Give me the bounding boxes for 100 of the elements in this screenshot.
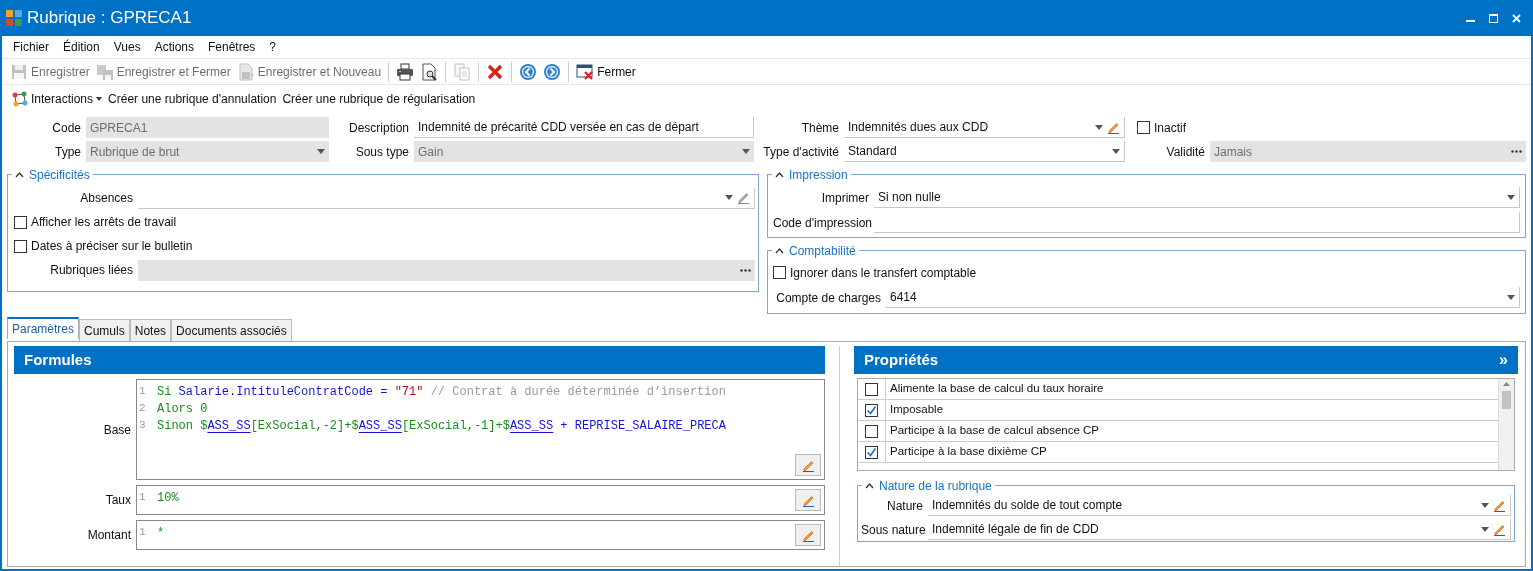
action-link[interactable]: Créer une rubrique de régularisation	[282, 90, 476, 108]
menu-item[interactable]: Vues	[113, 38, 141, 56]
app-logo-icon	[6, 10, 22, 26]
field-label: Code d'impression	[773, 214, 869, 232]
dropdown-arrow-icon[interactable]	[725, 195, 733, 200]
group-title: Nature de la rubrique	[879, 478, 992, 495]
tab[interactable]: Documents associés	[171, 319, 292, 341]
close-icon[interactable]	[1512, 13, 1521, 23]
checkbox[interactable]	[14, 239, 27, 253]
formula-label: Taux	[104, 492, 132, 509]
formula-label: Montant	[86, 527, 132, 544]
pencil-icon[interactable]	[801, 528, 815, 542]
menu-item[interactable]: Édition	[63, 38, 100, 56]
pencil-icon[interactable]	[1107, 120, 1120, 134]
collapse-chevron-icon[interactable]	[775, 248, 784, 254]
forward-button[interactable]	[542, 62, 563, 81]
menu-item[interactable]: Fenêtres	[208, 38, 256, 56]
dropdown-field[interactable]: Indemnités dues aux CDD	[844, 117, 1125, 138]
edit-formula-button[interactable]	[795, 524, 821, 546]
property-label: Alimente la base de calcul du taux horaire	[889, 381, 1105, 397]
field-label: Thème	[800, 119, 839, 137]
tab[interactable]: Notes	[129, 319, 172, 341]
dropdown-arrow-icon[interactable]	[1481, 526, 1489, 532]
panel-header: Formules	[14, 346, 825, 374]
dropdown-arrow-icon[interactable]	[1507, 194, 1515, 200]
checkbox[interactable]	[865, 382, 878, 396]
pencil-icon[interactable]	[1493, 498, 1506, 512]
code-line: *	[157, 524, 165, 542]
scrollbar[interactable]	[1498, 379, 1514, 470]
toolbar-button[interactable]: Fermer	[575, 62, 637, 81]
dropdown-field[interactable]: Indemnité légale de fin de CDD	[928, 519, 1511, 540]
menu-item[interactable]: Fichier	[13, 38, 49, 56]
pencil-icon[interactable]	[801, 493, 815, 507]
network-icon	[12, 91, 28, 107]
checkbox-label: Dates à préciser sur le bulletin	[31, 238, 193, 255]
field-label: Code	[51, 119, 81, 137]
field-label: Compte de charges	[775, 289, 881, 307]
code-line: Sinon $ASS_SS[ExSocial,-2]+$ASS_SS[ExSocial,-1]+$ASS_SS + REPRISE_SALAIRE_PRECA	[157, 417, 726, 435]
input-field[interactable]: Indemnité de précarité CDD versée en cas de départ	[414, 117, 754, 138]
line-number: 2	[138, 401, 147, 417]
scroll-up-icon[interactable]	[1503, 382, 1510, 386]
formula-label: Base	[102, 421, 132, 439]
field-label: Rubriques liées	[49, 262, 133, 279]
line-number: 1	[138, 490, 147, 506]
collapse-chevron-icon[interactable]	[865, 483, 874, 489]
collapse-chevron-icon[interactable]	[15, 172, 24, 178]
code-line: Alors 0	[157, 400, 208, 418]
formula-editor[interactable]: 1 10%	[136, 485, 825, 515]
dropdown-arrow-icon[interactable]	[1481, 502, 1489, 508]
action-link[interactable]: Créer une rubrique d'annulation	[108, 90, 277, 108]
code-line: Si Salarie.IntituleContratCode = "71" // Contrat à durée déterminée d’insertion	[157, 383, 726, 401]
dropdown-arrow-icon[interactable]	[1095, 124, 1103, 130]
pencil-icon[interactable]	[1493, 522, 1506, 536]
field-label: Type d'activité	[762, 143, 839, 161]
menu-item[interactable]: Actions	[154, 38, 194, 56]
print-button[interactable]	[395, 62, 416, 81]
line-number: 1	[138, 525, 147, 541]
maximize-icon[interactable]	[1489, 13, 1498, 23]
dropdown-field[interactable]: Indemnités du solde de tout compte	[928, 495, 1511, 516]
interactions-menu-button[interactable]: Interactions	[12, 90, 103, 108]
field-label: Type	[54, 143, 81, 161]
caret-icon	[96, 97, 103, 101]
menu-item[interactable]: ?	[269, 38, 277, 56]
group-title: Comptabilité	[789, 243, 856, 260]
checkbox[interactable]	[865, 445, 878, 459]
checkbox[interactable]	[14, 215, 27, 229]
field-label: Imprimer	[820, 189, 869, 207]
code-line: 10%	[157, 489, 179, 507]
back-button[interactable]	[518, 62, 539, 81]
window-title: Rubrique : GPRECA1	[27, 7, 193, 30]
checkbox[interactable]	[865, 424, 878, 438]
tab[interactable]: Paramètres	[7, 317, 80, 339]
scrollbar-thumb[interactable]	[1502, 391, 1511, 409]
pencil-icon[interactable]	[801, 458, 815, 472]
edit-formula-button[interactable]	[795, 489, 821, 511]
panel-header: Propriétés	[864, 349, 940, 370]
dropdown-field[interactable]: 6414	[886, 287, 1520, 308]
property-label: Participe à la base de calcul absence CP	[889, 423, 1101, 439]
checkbox[interactable]	[1137, 121, 1150, 134]
tab[interactable]: Cumuls	[79, 319, 130, 341]
dropdown-arrow-icon[interactable]	[1507, 294, 1515, 300]
close-window-icon	[576, 62, 595, 81]
field-label: Nature	[885, 497, 923, 515]
line-number: 3	[138, 418, 147, 434]
dropdown-field[interactable]: Standard	[844, 141, 1125, 162]
property-label: Imposable	[889, 402, 945, 418]
collapse-chevron-icon[interactable]	[775, 172, 784, 178]
expand-panel-button[interactable]: »	[1499, 348, 1508, 372]
pencil-icon[interactable]	[737, 191, 750, 204]
dropdown-arrow-icon[interactable]	[1112, 148, 1120, 154]
checkbox[interactable]	[865, 403, 878, 417]
checkbox[interactable]	[773, 266, 786, 279]
formula-editor[interactable]: 1 *	[136, 520, 825, 550]
formula-editor[interactable]: 1 Si Salarie.IntituleContratCode = "71" // Contrat à durée déterminée d’insertion 2 Alors 0 3 Sinon $ASS_SS[ExSocial,-2]+$ASS_SS[ExSocial,-1]+$ASS_SS + REPRISE_SALAIRE_PRECA	[136, 379, 825, 480]
dropdown-field[interactable]: Si non nulle	[874, 187, 1520, 208]
property-label: Participe à la base dixième CP	[889, 444, 1048, 460]
field-label: Sous type	[354, 143, 409, 161]
group-title: Impression	[789, 167, 848, 184]
field-label: Absences	[79, 190, 133, 207]
edit-formula-button[interactable]	[795, 454, 821, 476]
